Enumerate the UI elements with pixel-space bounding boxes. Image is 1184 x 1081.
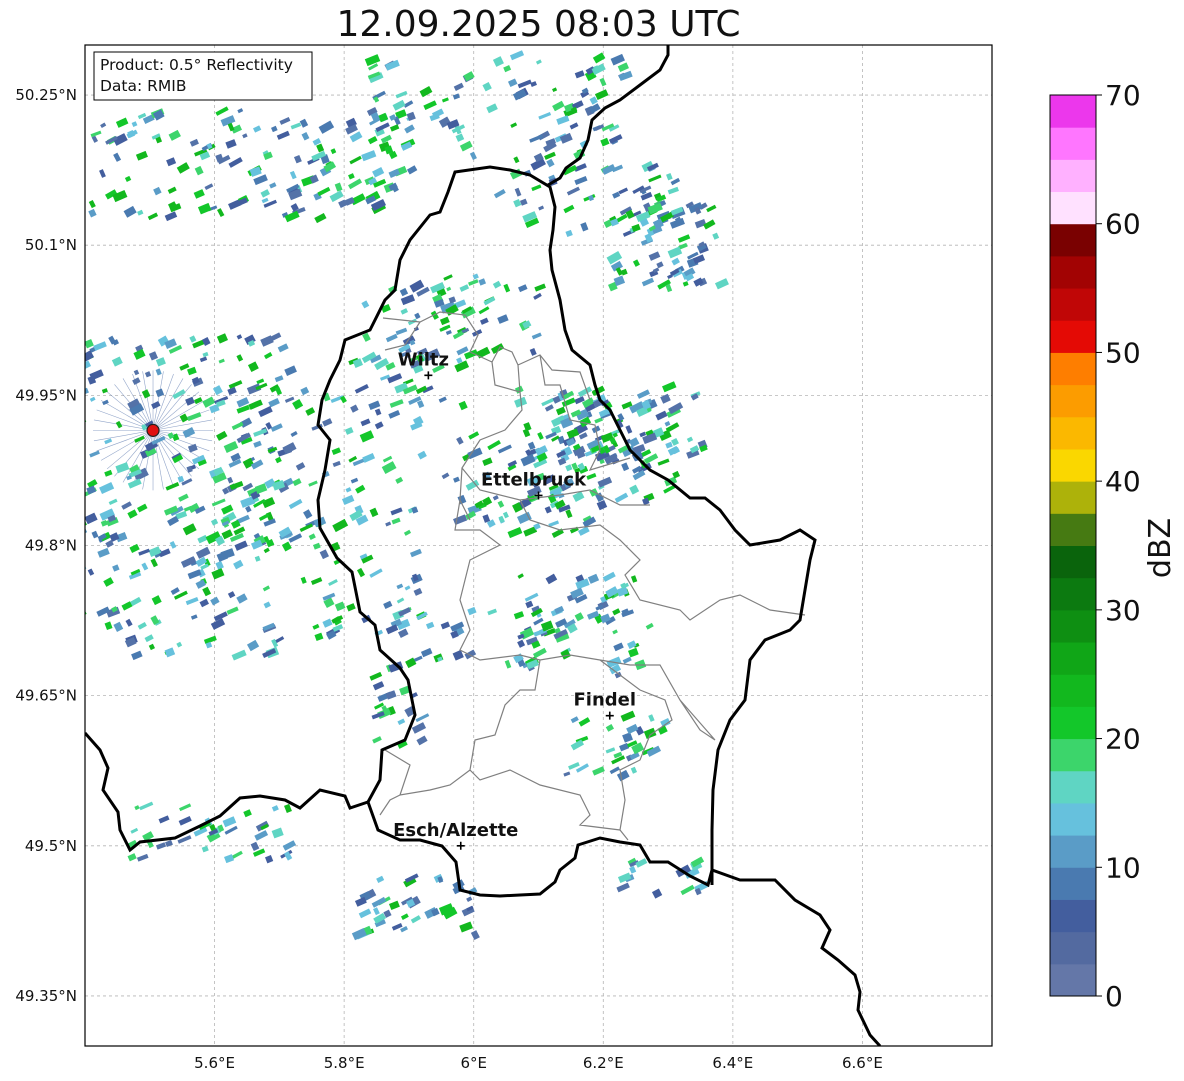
city-label: Findel <box>573 690 636 711</box>
colorbar-segment <box>1050 448 1096 482</box>
lat-tick-label: 49.65°N <box>15 687 77 705</box>
colorbar-segment <box>1050 513 1096 546</box>
colorbar-segment <box>1050 963 1096 997</box>
colorbar-segment <box>1050 95 1096 128</box>
colorbar-segment <box>1050 481 1096 514</box>
colorbar-segment <box>1050 384 1096 418</box>
radar-figure: Wiltz Ettelbruck Findel Esch/Alzette Produc… <box>15 44 1178 1072</box>
colorbar-segment <box>1050 738 1096 772</box>
colorbar: 0 10 20 30 40 50 60 70 dBZ <box>1049 79 1178 1013</box>
lon-tick-label: 6.2°E <box>583 1054 624 1072</box>
colorbar-segment <box>1050 545 1096 579</box>
colorbar-segment <box>1050 223 1096 257</box>
colorbar-tick-label: 60 <box>1105 208 1141 241</box>
echo-cell <box>74 422 83 428</box>
lat-tick-label: 50.1°N <box>25 236 77 254</box>
colorbar-tick-label: 70 <box>1105 79 1141 112</box>
colorbar-segment <box>1050 127 1096 160</box>
lat-tick-label: 49.8°N <box>25 537 77 555</box>
colorbar-segment <box>1050 352 1096 386</box>
echo-cell <box>85 619 86 630</box>
lon-tick-label: 5.8°E <box>324 1054 365 1072</box>
colorbar-segment <box>1050 674 1096 707</box>
product-label: Product: 0.5° Reflectivity <box>100 56 293 74</box>
colorbar-segment <box>1050 255 1096 289</box>
colorbar-segment <box>1050 867 1096 900</box>
colorbar-segment <box>1050 416 1096 450</box>
colorbar-segment <box>1050 899 1096 933</box>
echo-cell <box>70 512 78 518</box>
radar-site-marker <box>146 423 160 437</box>
colorbar-segment <box>1050 159 1096 193</box>
colorbar-segment <box>1050 931 1096 965</box>
colorbar-ticks: 0 10 20 30 40 50 60 70 <box>1096 79 1141 1013</box>
map-panel[interactable]: Wiltz Ettelbruck Findel Esch/Alzette Produc… <box>70 44 993 1047</box>
latitude-ticks: 50.25°N 50.1°N 49.95°N 49.8°N 49.65°N 49.5°N 4… <box>15 86 77 1005</box>
colorbar-segment <box>1050 835 1096 868</box>
lon-tick-label: 6.6°E <box>842 1054 883 1072</box>
echo-cell <box>73 467 79 473</box>
radar-site-icon <box>146 423 160 437</box>
lat-tick-label: 49.5°N <box>25 837 77 855</box>
colorbar-tick-label: 20 <box>1105 723 1141 756</box>
echo-cell <box>71 479 82 487</box>
longitude-ticks: 5.6°E 5.8°E 6°E 6.2°E 6.4°E 6.6°E <box>194 1054 883 1072</box>
echo-cell <box>85 476 86 487</box>
colorbar-tick-label: 0 <box>1105 980 1123 1013</box>
lat-tick-label: 50.25°N <box>15 86 77 104</box>
colorbar-segment <box>1050 577 1096 611</box>
echo-cell <box>70 603 85 614</box>
colorbar-segment <box>1050 802 1096 836</box>
colorbar-tick-label: 30 <box>1105 594 1141 627</box>
data-source-label: Data: RMIB <box>100 77 187 95</box>
info-box: Product: 0.5° Reflectivity Data: RMIB <box>93 51 313 101</box>
colorbar-segment <box>1050 320 1096 353</box>
city-label: Ettelbruck <box>481 469 587 490</box>
colorbar-tick-label: 50 <box>1105 336 1141 369</box>
colorbar-label: dBZ <box>1143 518 1178 578</box>
colorbar-segment <box>1050 288 1096 321</box>
colorbar-segment <box>1050 770 1096 804</box>
lon-tick-label: 5.6°E <box>194 1054 235 1072</box>
city-label: Esch/Alzette <box>393 820 518 841</box>
colorbar-segment <box>1050 609 1096 643</box>
colorbar-segment <box>1050 642 1096 675</box>
colorbar-segments <box>1050 95 1096 997</box>
city-label: Wiltz <box>398 349 449 370</box>
colorbar-segment <box>1050 191 1096 225</box>
echo-cell <box>72 350 85 361</box>
colorbar-tick-label: 10 <box>1105 851 1141 884</box>
colorbar-segment <box>1050 706 1096 740</box>
lat-tick-label: 49.95°N <box>15 386 77 404</box>
lon-tick-label: 6.4°E <box>712 1054 753 1072</box>
lat-tick-label: 49.35°N <box>15 987 77 1005</box>
lon-tick-label: 6°E <box>460 1054 487 1072</box>
colorbar-tick-label: 40 <box>1105 465 1141 498</box>
